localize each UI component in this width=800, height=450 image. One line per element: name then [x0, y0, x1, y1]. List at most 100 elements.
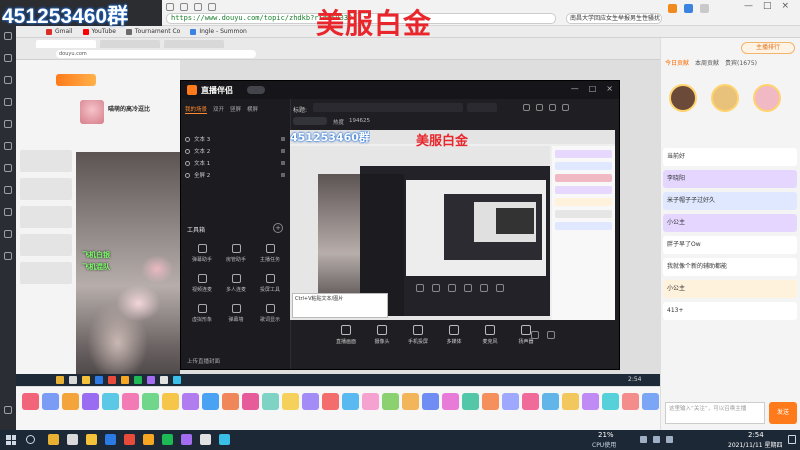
gift-icon[interactable] [622, 393, 639, 410]
gift-icon[interactable] [162, 393, 179, 410]
bookmark-item[interactable]: Tournament Co [125, 28, 180, 35]
bell-icon[interactable] [4, 186, 12, 194]
avatar[interactable] [669, 84, 697, 112]
source-item[interactable]: 全屏 2 [181, 169, 291, 181]
taskbar-app-icon[interactable] [48, 434, 59, 445]
lock-icon[interactable] [281, 173, 285, 177]
gift-icon[interactable] [22, 393, 39, 410]
scene-tab[interactable]: 竖屏 [230, 105, 241, 114]
history-icon[interactable] [4, 54, 12, 62]
minimize-icon[interactable]: — [571, 84, 579, 93]
gift-icon[interactable] [222, 393, 239, 410]
taskbar-app-icon[interactable] [181, 434, 192, 445]
gift-icon[interactable] [482, 393, 499, 410]
folder-icon[interactable] [4, 230, 12, 238]
gift-icon[interactable] [322, 393, 339, 410]
taskbar-app-icon[interactable] [219, 434, 230, 445]
toolbox-item[interactable]: 视频连麦 [185, 271, 219, 301]
lock-icon[interactable] [281, 161, 285, 165]
toolbox-item[interactable]: 歌词显示 [253, 301, 287, 331]
chat-icon[interactable] [4, 164, 12, 172]
user-icon[interactable] [536, 104, 543, 111]
gift-icon[interactable] [202, 393, 219, 410]
message-icon[interactable] [4, 98, 12, 106]
category-select[interactable] [467, 103, 497, 112]
gift-icon[interactable] [82, 393, 99, 410]
close-icon[interactable]: × [782, 1, 790, 11]
gift-icon[interactable] [302, 393, 319, 410]
gift-icon[interactable] [262, 393, 279, 410]
taskbar-app-icon[interactable] [143, 434, 154, 445]
toolbox-item[interactable]: 主播任务 [253, 241, 287, 271]
gift-icon[interactable] [242, 393, 259, 410]
send-button[interactable]: 发送 [769, 402, 797, 424]
taskbar-app-icon[interactable] [67, 434, 78, 445]
ime-icon[interactable] [666, 436, 673, 443]
contribution-tab[interactable]: 贵宾(1675) [725, 58, 757, 67]
source-button[interactable]: 手机投屏 [403, 325, 433, 345]
search-icon[interactable] [26, 435, 35, 444]
eye-icon[interactable] [185, 160, 190, 166]
minimize-icon[interactable]: — [744, 1, 753, 11]
taskbar-app-icon[interactable] [105, 434, 116, 445]
gift-icon[interactable] [182, 393, 199, 410]
cloud-icon[interactable] [4, 252, 12, 260]
source-item[interactable]: 文本 1 [181, 157, 291, 169]
gift-icon[interactable] [382, 393, 399, 410]
gift-icon[interactable] [642, 393, 659, 410]
contribution-tab[interactable]: 今日贡献 [665, 58, 689, 67]
eye-icon[interactable] [531, 331, 539, 339]
avatar[interactable] [711, 84, 739, 112]
gift-icon[interactable] [42, 393, 59, 410]
taskbar-app-icon[interactable] [86, 434, 97, 445]
star-icon[interactable] [4, 32, 12, 40]
source-item[interactable]: 文本 3 [181, 133, 291, 145]
volume-icon[interactable] [653, 436, 660, 443]
gift-icon[interactable] [282, 393, 299, 410]
eye-icon[interactable] [185, 172, 190, 178]
gift-icon[interactable] [142, 393, 159, 410]
gift-icon[interactable] [122, 393, 139, 410]
menu-icon[interactable] [562, 104, 569, 111]
source-item[interactable]: 文本 2 [181, 145, 291, 157]
preview-canvas[interactable]: 451253460群 美服白金 Ctrl+V粘贴文本/图片 [290, 130, 615, 320]
scene-tab[interactable]: 我的场景 [185, 105, 208, 114]
download-icon[interactable] [4, 76, 12, 84]
lock-icon[interactable] [281, 137, 285, 141]
streamer-rank-button[interactable]: 主播排行 [741, 42, 795, 54]
lock-icon[interactable] [281, 149, 285, 153]
title-input[interactable] [313, 103, 463, 112]
eye-icon[interactable] [185, 136, 190, 142]
gift-icon[interactable] [102, 393, 119, 410]
share-icon[interactable] [523, 104, 530, 111]
source-button[interactable]: 直播画面 [331, 325, 361, 345]
gift-icon[interactable] [562, 393, 579, 410]
avatar[interactable] [753, 84, 781, 112]
windows-start-icon[interactable] [6, 435, 16, 445]
chat-input[interactable]: 这里输入“关注”，可以召唤主播 [665, 402, 765, 424]
refresh-icon[interactable] [194, 3, 202, 11]
toolbox-item[interactable]: 多人连麦 [219, 271, 253, 301]
gift-icon[interactable] [402, 393, 419, 410]
gift-icon[interactable] [582, 393, 599, 410]
notification-icon[interactable] [788, 435, 796, 444]
maximize-icon[interactable]: □ [589, 84, 597, 93]
source-button[interactable]: 多媒体 [439, 325, 469, 345]
clock-date[interactable]: 2021/11/11 星期四 [728, 440, 783, 449]
taskbar-app-icon[interactable] [162, 434, 173, 445]
upload-cover-link[interactable]: 上传直播封面 [187, 357, 220, 365]
gift-icon[interactable] [502, 393, 519, 410]
video-icon[interactable] [4, 120, 12, 128]
clock-time[interactable]: 2:54 [748, 431, 764, 439]
settings-icon[interactable] [549, 104, 556, 111]
contribution-tab[interactable]: 本周贡献 [695, 58, 719, 67]
toolbox-item[interactable]: 弹幕墙 [219, 301, 253, 331]
settings-icon[interactable] [547, 331, 555, 339]
scene-tab[interactable]: 双开 [213, 105, 224, 114]
back-icon[interactable] [166, 3, 174, 11]
account-icon[interactable] [684, 4, 693, 13]
close-icon[interactable]: × [606, 84, 613, 93]
toolbox-item[interactable]: 房管助手 [219, 241, 253, 271]
taskbar-app-icon[interactable] [200, 434, 211, 445]
scene-tab[interactable]: 横屏 [247, 105, 258, 114]
